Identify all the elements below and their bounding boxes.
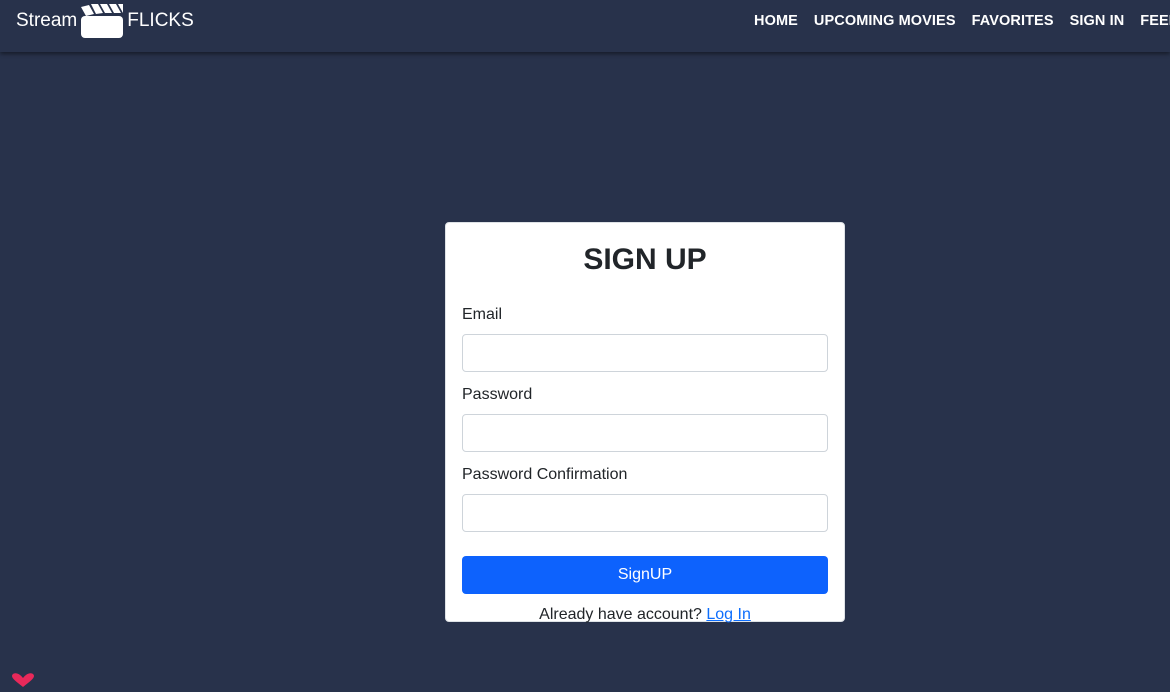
signup-card: SIGN UP Email Password Password Confirma…: [445, 222, 845, 624]
password-field[interactable]: [462, 414, 828, 452]
nav-links: HOME UPCOMING MOVIES FAVORITES SIGN IN F…: [754, 13, 1170, 29]
brand-text-flicks: FLICKS: [127, 10, 194, 31]
clapperboard-icon: [81, 4, 124, 38]
email-field[interactable]: [462, 334, 828, 372]
login-prompt-line: Already have account? Log In: [462, 606, 828, 624]
nav-feedback-link[interactable]: FEEDBACK: [1140, 13, 1170, 29]
password-confirmation-label: Password Confirmation: [462, 466, 628, 483]
nav-sign-in-link[interactable]: SIGN IN: [1070, 13, 1125, 29]
nav-home-link[interactable]: HOME: [754, 13, 798, 29]
page-title: SIGN UP: [583, 243, 707, 276]
signup-form: Email Password Password Confirmation Sig…: [462, 305, 828, 594]
login-link[interactable]: Log In: [706, 606, 750, 623]
signup-button[interactable]: SignUP: [462, 556, 828, 594]
nav-upcoming-movies-link[interactable]: UPCOMING MOVIES: [814, 13, 956, 29]
password-confirmation-field[interactable]: [462, 494, 828, 532]
password-label: Password: [462, 386, 533, 403]
login-prompt-text: Already have account?: [539, 606, 702, 623]
brand-text-stream: Stream: [16, 10, 78, 31]
brand-logo[interactable]: Stream FLICKS: [16, 4, 194, 38]
nav-favorites-link[interactable]: FAVORITES: [972, 13, 1054, 29]
navbar: Stream FLICKS HOME UPCOMING MOVIES FAVOR…: [0, 0, 1170, 52]
email-label: Email: [462, 306, 503, 323]
